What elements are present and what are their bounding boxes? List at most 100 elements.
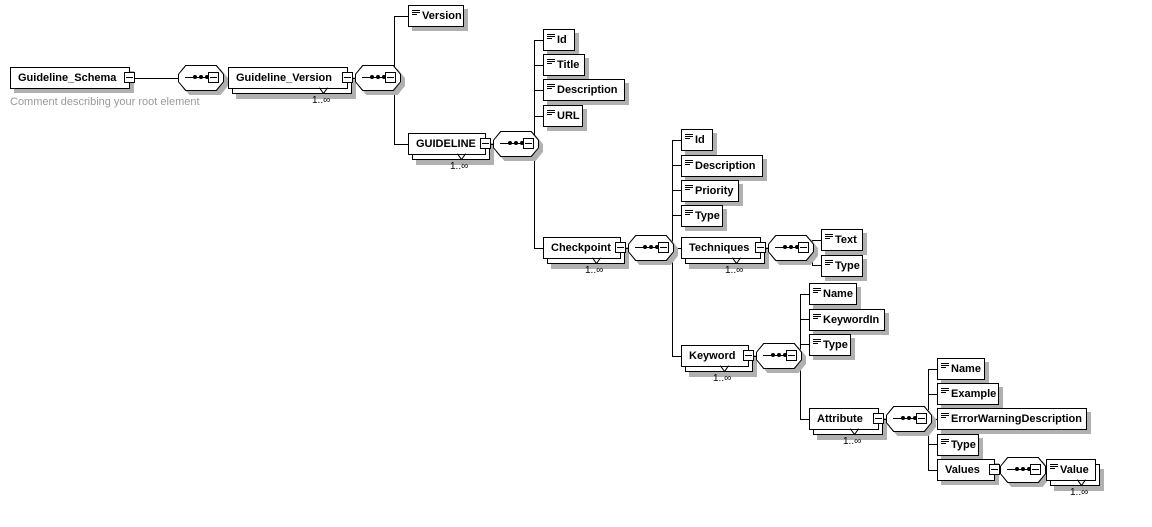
- node-label: Type: [835, 259, 860, 272]
- occurrence-tick: [732, 258, 741, 264]
- element-icon: [941, 438, 950, 452]
- collapse-toggle-sequence-6[interactable]: [786, 350, 797, 361]
- node-box[interactable]: GUIDELINE: [408, 133, 486, 155]
- node-box[interactable]: Description: [543, 79, 625, 101]
- compositor-dot: [901, 416, 905, 420]
- node-type-attribute[interactable]: Type: [937, 434, 983, 460]
- collapse-toggle-guideline-schema[interactable]: [124, 72, 135, 83]
- node-title[interactable]: Title: [543, 54, 589, 80]
- node-guideline-version[interactable]: Guideline_Version: [228, 67, 356, 99]
- collapse-toggle-sequence-1[interactable]: [208, 72, 219, 83]
- node-box[interactable]: Type: [821, 255, 863, 277]
- node-attribute[interactable]: Attribute: [809, 408, 887, 440]
- collapse-toggle-sequence-5[interactable]: [798, 242, 809, 253]
- node-label: Text: [835, 233, 857, 246]
- node-url[interactable]: URL: [543, 105, 587, 131]
- node-box[interactable]: ErrorWarningDescription: [937, 408, 1087, 430]
- node-box[interactable]: Example: [937, 383, 999, 405]
- node-box[interactable]: Name: [809, 283, 857, 305]
- collapse-toggle-keyword[interactable]: [743, 350, 754, 361]
- node-version[interactable]: Version: [408, 5, 468, 31]
- node-box[interactable]: Title: [543, 54, 585, 76]
- node-label: KeywordIn: [823, 313, 880, 326]
- node-value[interactable]: Value: [1046, 459, 1104, 491]
- node-box[interactable]: Name: [937, 358, 985, 380]
- compositor-dot: [907, 416, 911, 420]
- node-box[interactable]: Techniques: [681, 237, 761, 259]
- collapse-toggle-values[interactable]: [989, 464, 1000, 475]
- node-box[interactable]: Text: [821, 229, 863, 251]
- node-type-techniques[interactable]: Type: [821, 255, 867, 281]
- node-name-keyword[interactable]: Name: [809, 283, 861, 309]
- connector-line: [394, 144, 409, 145]
- node-box[interactable]: Id: [681, 129, 713, 151]
- node-techniques[interactable]: Techniques: [681, 237, 769, 269]
- node-errorwarningdescription[interactable]: ErrorWarningDescription: [937, 408, 1091, 434]
- node-type-checkpoint[interactable]: Type: [681, 205, 727, 231]
- collapse-toggle-techniques[interactable]: [755, 242, 766, 253]
- node-text[interactable]: Text: [821, 229, 867, 255]
- occurrence-label-value: 1..∞: [1070, 487, 1089, 498]
- collapse-toggle-sequence-2[interactable]: [385, 72, 396, 83]
- node-label: Id: [557, 33, 567, 46]
- element-icon: [941, 362, 950, 376]
- compositor-dot: [771, 353, 775, 357]
- node-box[interactable]: Guideline_Version: [228, 67, 348, 89]
- compositor-dot: [777, 353, 781, 357]
- occurrence-tick: [720, 366, 729, 372]
- node-label: ErrorWarningDescription: [951, 412, 1082, 425]
- element-icon: [813, 287, 822, 301]
- occurrence-tick: [850, 429, 859, 435]
- node-box[interactable]: Type: [937, 434, 979, 456]
- node-values[interactable]: Values: [937, 459, 1000, 485]
- compositor-dot: [649, 245, 653, 249]
- element-icon: [685, 133, 694, 147]
- element-icon: [813, 338, 822, 352]
- node-description-guideline[interactable]: Description: [543, 79, 629, 105]
- node-box[interactable]: Checkpoint: [543, 237, 621, 259]
- node-label: Type: [951, 438, 976, 451]
- node-box[interactable]: Value: [1046, 459, 1096, 481]
- node-keywordin[interactable]: KeywordIn: [809, 309, 889, 335]
- occurrence-label-techniques: 1..∞: [725, 265, 744, 276]
- node-box[interactable]: KeywordIn: [809, 309, 885, 331]
- node-box[interactable]: Version: [408, 5, 464, 27]
- node-label: Guideline_Version: [236, 71, 332, 84]
- compositor-dot: [1015, 467, 1019, 471]
- node-description-checkpoint[interactable]: Description: [681, 155, 767, 181]
- node-guideline-schema[interactable]: Guideline_Schema: [10, 67, 135, 93]
- compositor-dot: [514, 141, 518, 145]
- collapse-toggle-sequence-8[interactable]: [1030, 464, 1041, 475]
- element-icon: [1050, 463, 1059, 477]
- element-icon: [825, 259, 834, 273]
- node-box[interactable]: URL: [543, 105, 583, 127]
- node-box[interactable]: Id: [543, 29, 575, 51]
- node-priority[interactable]: Priority: [681, 180, 743, 206]
- collapse-toggle-checkpoint[interactable]: [615, 242, 626, 253]
- collapse-toggle-guideline[interactable]: [480, 138, 491, 149]
- node-box[interactable]: Type: [809, 334, 851, 356]
- node-box[interactable]: Guideline_Schema: [10, 67, 130, 89]
- node-type-keyword[interactable]: Type: [809, 334, 855, 360]
- collapse-toggle-guideline-version[interactable]: [342, 72, 353, 83]
- node-box[interactable]: Attribute: [809, 408, 879, 430]
- node-checkpoint[interactable]: Checkpoint: [543, 237, 629, 269]
- node-box[interactable]: Priority: [681, 180, 739, 202]
- collapse-toggle-sequence-4[interactable]: [658, 242, 669, 253]
- collapse-toggle-attribute[interactable]: [873, 413, 884, 424]
- node-box[interactable]: Keyword: [681, 345, 749, 367]
- node-label: Guideline_Schema: [18, 71, 117, 84]
- node-id-checkpoint[interactable]: Id: [681, 129, 717, 155]
- node-label: Name: [823, 287, 853, 300]
- node-keyword[interactable]: Keyword: [681, 345, 757, 377]
- node-guideline[interactable]: GUIDELINE: [408, 133, 494, 165]
- node-box[interactable]: Type: [681, 205, 723, 227]
- node-box[interactable]: Values: [937, 459, 995, 481]
- node-box[interactable]: Description: [681, 155, 763, 177]
- node-label: GUIDELINE: [416, 137, 476, 150]
- node-id-guideline[interactable]: Id: [543, 29, 579, 55]
- node-name-attribute[interactable]: Name: [937, 358, 989, 384]
- node-example[interactable]: Example: [937, 383, 1003, 409]
- collapse-toggle-sequence-3[interactable]: [523, 138, 534, 149]
- collapse-toggle-sequence-7[interactable]: [916, 413, 927, 424]
